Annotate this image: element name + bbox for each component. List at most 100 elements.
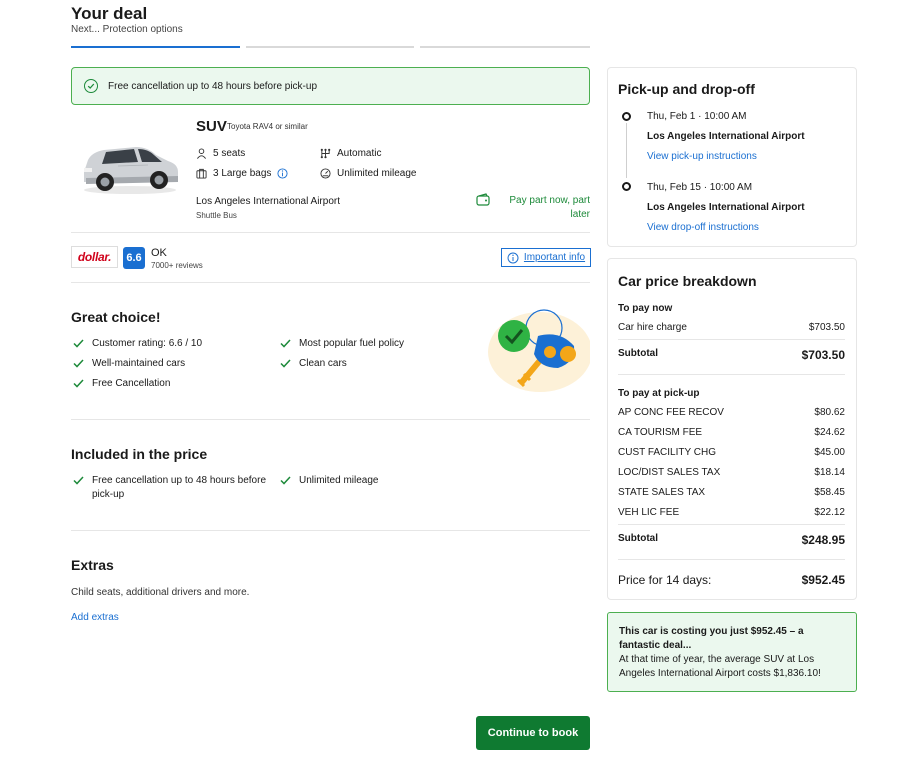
price-row: CUST FACILITY CHG $45.00: [618, 447, 845, 458]
add-extras-link[interactable]: Add extras: [71, 612, 119, 623]
extras-description: Child seats, additional drivers and more…: [71, 587, 250, 598]
great-choice-item: Most popular fuel policy: [280, 337, 404, 351]
progress-step-3: [420, 46, 590, 48]
timeline-pickup-dot: [622, 112, 631, 121]
gear-shift-icon: [320, 148, 331, 159]
price-amount: $80.62: [814, 407, 845, 418]
supplier-name: dollar.: [77, 250, 112, 264]
price-amount: $24.62: [814, 427, 845, 438]
total-label: Price for 14 days:: [618, 573, 712, 587]
seats-spec: 5 seats: [196, 148, 245, 159]
bags-label: 3 Large bags: [213, 168, 272, 179]
divider: [618, 339, 845, 340]
price-label: LOC/DIST SALES TAX: [618, 467, 721, 478]
check-icon: [280, 359, 291, 368]
subtotal-label: Subtotal: [618, 348, 658, 359]
luggage-icon: [196, 168, 207, 179]
price-label: AP CONC FEE RECOV: [618, 407, 724, 418]
bags-spec: 3 Large bags: [196, 168, 288, 179]
subtotal-now-row: Subtotal $703.50: [618, 348, 845, 362]
dropoff-place: Los Angeles International Airport: [647, 202, 805, 213]
price-row: LOC/DIST SALES TAX $18.14: [618, 467, 845, 478]
divider: [71, 232, 590, 233]
price-amount: $58.45: [814, 487, 845, 498]
timeline-dropoff-dot: [622, 182, 631, 191]
deal-headline: This car is costing you just $952.45 – a…: [619, 626, 804, 651]
price-label: Car hire charge: [618, 322, 687, 333]
check-icon: [280, 339, 291, 348]
free-cancellation-banner: Free cancellation up to 48 hours before …: [71, 67, 590, 105]
seats-label: 5 seats: [213, 148, 246, 159]
mileage-spec: Unlimited mileage: [320, 168, 416, 179]
check-icon: [280, 476, 291, 485]
price-row: VEH LIC FEE $22.12: [618, 507, 845, 518]
price-amount: $22.12: [814, 507, 845, 518]
price-label: CUST FACILITY CHG: [618, 447, 716, 458]
pickup-dropoff-title: Pick-up and drop-off: [618, 81, 755, 97]
divider: [71, 530, 590, 531]
car-type: SUV: [196, 118, 227, 135]
rating-label: OK: [151, 247, 167, 259]
check-circle-icon: [84, 79, 98, 93]
pickup-place: Los Angeles International Airport: [647, 131, 805, 142]
pickup-location: Los Angeles International Airport: [196, 196, 340, 207]
subtotal-amount: $248.95: [801, 533, 845, 547]
person-icon: [197, 148, 206, 159]
mileage-label: Unlimited mileage: [337, 168, 417, 179]
car-model: Toyota RAV4 or similar: [227, 122, 308, 131]
info-icon: [507, 252, 519, 263]
divider: [71, 419, 590, 420]
price-breakdown-title: Car price breakdown: [618, 273, 757, 289]
pickup-location-type: Shuttle Bus: [196, 211, 237, 220]
supplier-logo: dollar.: [71, 246, 118, 268]
progress-step-1: [71, 46, 240, 48]
page-subtitle: Next... Protection options: [71, 24, 183, 35]
fantastic-deal-box: This car is costing you just $952.45 – a…: [607, 612, 857, 692]
price-label: CA TOURISM FEE: [618, 427, 703, 438]
great-choice-item: Customer rating: 6.6 / 10: [73, 337, 202, 351]
pickup-date: Thu, Feb 1 · 10:00 AM: [647, 111, 747, 122]
price-row: AP CONC FEE RECOV $80.62: [618, 407, 845, 418]
pickup-instructions-link[interactable]: View pick-up instructions: [647, 151, 757, 162]
price-row: CA TOURISM FEE $24.62: [618, 427, 845, 438]
total-amount: $952.45: [801, 573, 845, 587]
divider: [618, 559, 845, 560]
check-icon: [73, 359, 84, 368]
car-keys-illustration: [484, 302, 592, 394]
car-image: [78, 138, 182, 196]
subtotal-amount: $703.50: [801, 348, 845, 362]
transmission-label: Automatic: [337, 148, 382, 159]
pay-pickup-heading: To pay at pick-up: [618, 388, 700, 399]
info-icon[interactable]: [277, 168, 288, 179]
wallet-icon: [476, 193, 491, 210]
total-price-row: Price for 14 days: $952.45: [618, 573, 845, 587]
timeline-line: [626, 123, 627, 178]
review-count: 7000+ reviews: [151, 261, 203, 270]
price-amount: $18.14: [814, 467, 845, 478]
included-title: Included in the price: [71, 446, 208, 462]
divider: [71, 282, 590, 283]
important-info-label: Important info: [523, 252, 586, 263]
dropoff-date: Thu, Feb 15 · 10:00 AM: [647, 182, 753, 193]
included-item: Free cancellation up to 48 hours before …: [73, 474, 268, 502]
great-choice-title: Great choice!: [71, 309, 161, 325]
pay-now-heading: To pay now: [618, 303, 673, 314]
subtotal-pickup-row: Subtotal $248.95: [618, 533, 845, 547]
continue-to-book-button[interactable]: Continue to book: [476, 716, 590, 750]
price-row: Car hire charge $703.50: [618, 322, 845, 333]
price-amount: $703.50: [808, 322, 845, 333]
deal-body: At that time of year, the average SUV at…: [619, 654, 821, 679]
great-choice-item: Free Cancellation: [73, 377, 170, 391]
free-cancellation-text: Free cancellation up to 48 hours before …: [108, 80, 318, 92]
important-info-button[interactable]: Important info: [501, 248, 591, 267]
extras-title: Extras: [71, 557, 114, 573]
check-icon: [73, 339, 84, 348]
page-title: Your deal: [71, 4, 148, 23]
price-row: STATE SALES TAX $58.45: [618, 487, 845, 498]
great-choice-item: Clean cars: [280, 357, 347, 371]
dropoff-instructions-link[interactable]: View drop-off instructions: [647, 222, 759, 233]
pay-part-now-label: Pay part now, part later: [509, 195, 590, 220]
check-icon: [73, 379, 84, 388]
price-amount: $45.00: [814, 447, 845, 458]
subtotal-label: Subtotal: [618, 533, 658, 544]
